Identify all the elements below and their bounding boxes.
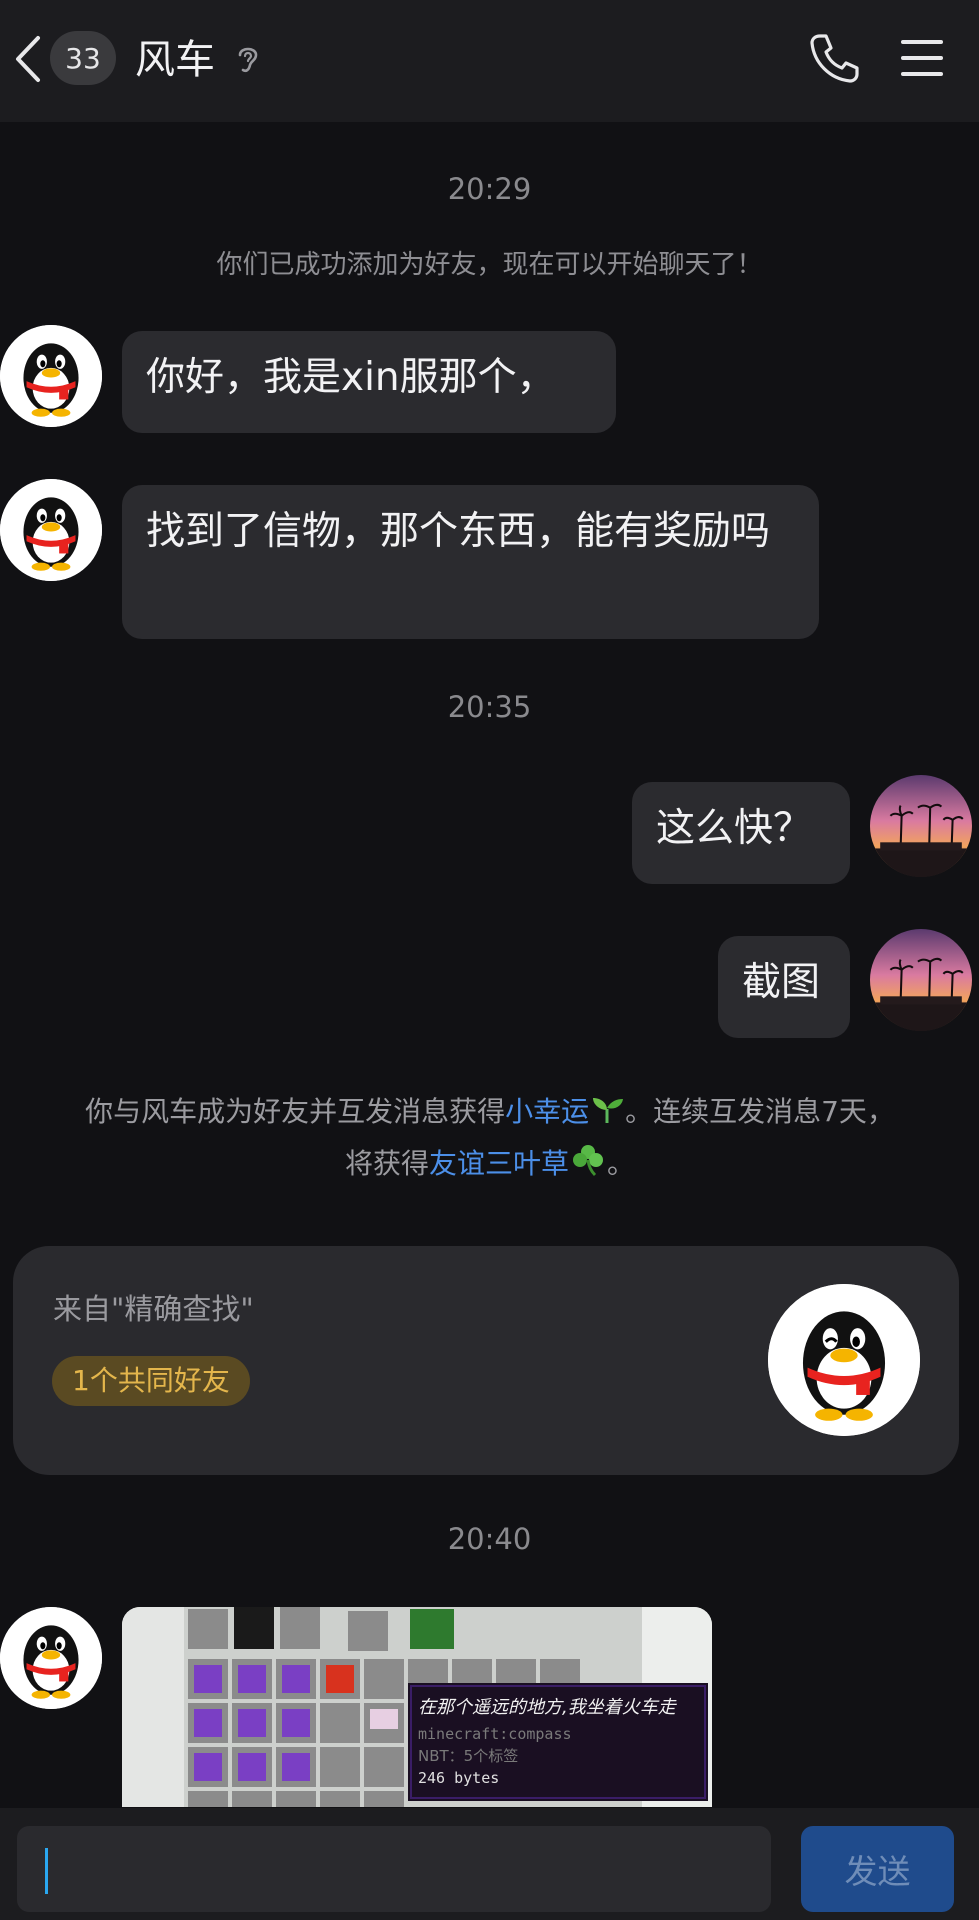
send-button[interactable]: 发送	[801, 1826, 954, 1912]
penguin-avatar-icon	[0, 1607, 102, 1709]
reward-text: 你与风车成为好友并互发消息获得	[85, 1095, 506, 1128]
timestamp: 20:35	[447, 690, 532, 724]
reward-text: 。连续互发消息7天，	[625, 1095, 895, 1128]
chat-header: 33 风车	[0, 0, 979, 122]
penguin-avatar-icon	[768, 1284, 920, 1436]
reward-text: 将获得	[344, 1147, 429, 1180]
tooltip-title: 在那个遥远的地方,我坐着火车走	[418, 1697, 678, 1718]
lucky-link[interactable]: 小幸运	[505, 1095, 589, 1128]
minecraft-inventory-screenshot: 在那个遥远的地方,我坐着火车走 minecraft:compass NBT：5个…	[122, 1607, 712, 1807]
message-bubble[interactable]: 你好，我是xin服那个，	[122, 331, 616, 433]
chat-title[interactable]: 风车	[135, 33, 215, 87]
system-note-friend-added: 你们已成功添加为好友，现在可以开始聊天了！	[216, 250, 763, 280]
chevron-left-icon	[16, 36, 40, 82]
input-bar: 发送	[0, 1808, 979, 1920]
source-label: 来自"精确查找"	[53, 1292, 254, 1326]
sunset-avatar-icon	[870, 775, 972, 877]
reward-note: 你与风车成为好友并互发消息获得小幸运 。连续互发消息7天， 将获得友谊三叶草 。	[30, 1088, 950, 1192]
message-bubble-self[interactable]: 截图	[718, 936, 850, 1038]
timestamp: 20:29	[447, 172, 532, 206]
friend-source-card[interactable]: 来自"精确查找" 1个共同好友	[13, 1246, 959, 1475]
clover-link[interactable]: 友谊三叶草	[429, 1147, 569, 1180]
seedling-icon	[589, 1092, 625, 1140]
sunset-avatar-icon	[870, 929, 972, 1031]
reward-line-2: 将获得友谊三叶草 。	[30, 1140, 950, 1192]
avatar[interactable]	[0, 479, 102, 581]
tooltip-nbt: NBT：5个标签	[418, 1747, 518, 1765]
avatar[interactable]	[0, 325, 102, 427]
timestamp: 20:40	[447, 1522, 532, 1556]
tooltip-item-id: minecraft:compass	[418, 1725, 572, 1743]
image-message[interactable]: 在那个遥远的地方,我坐着火车走 minecraft:compass NBT：5个…	[122, 1607, 712, 1807]
ear-icon	[238, 47, 258, 73]
reward-text: 。	[607, 1147, 636, 1180]
penguin-avatar-icon	[0, 479, 102, 581]
avatar[interactable]	[0, 1607, 102, 1709]
menu-icon[interactable]	[900, 36, 944, 80]
clover-icon	[569, 1143, 607, 1192]
unread-count-badge[interactable]: 33	[50, 31, 116, 85]
mutual-friends-badge[interactable]: 1个共同好友	[52, 1356, 250, 1406]
message-input[interactable]	[17, 1826, 771, 1912]
phone-icon[interactable]	[806, 30, 862, 86]
chat-screen: 33 风车 20:29 你们已成功添加为好友，现在可以开始聊天了！ 你好，我是x…	[0, 0, 979, 1920]
message-bubble[interactable]: 找到了信物，那个东西，能有奖励吗	[122, 485, 819, 639]
avatar-self[interactable]	[870, 775, 972, 877]
tooltip-size: 246 bytes	[418, 1769, 499, 1787]
message-bubble-self[interactable]: 这么快？	[632, 782, 850, 884]
back-button[interactable]	[10, 34, 46, 84]
penguin-avatar-icon	[0, 325, 102, 427]
card-avatar[interactable]	[768, 1284, 920, 1436]
text-caret	[45, 1848, 48, 1894]
reward-line-1: 你与风车成为好友并互发消息获得小幸运 。连续互发消息7天，	[30, 1088, 950, 1140]
avatar-self[interactable]	[870, 929, 972, 1031]
